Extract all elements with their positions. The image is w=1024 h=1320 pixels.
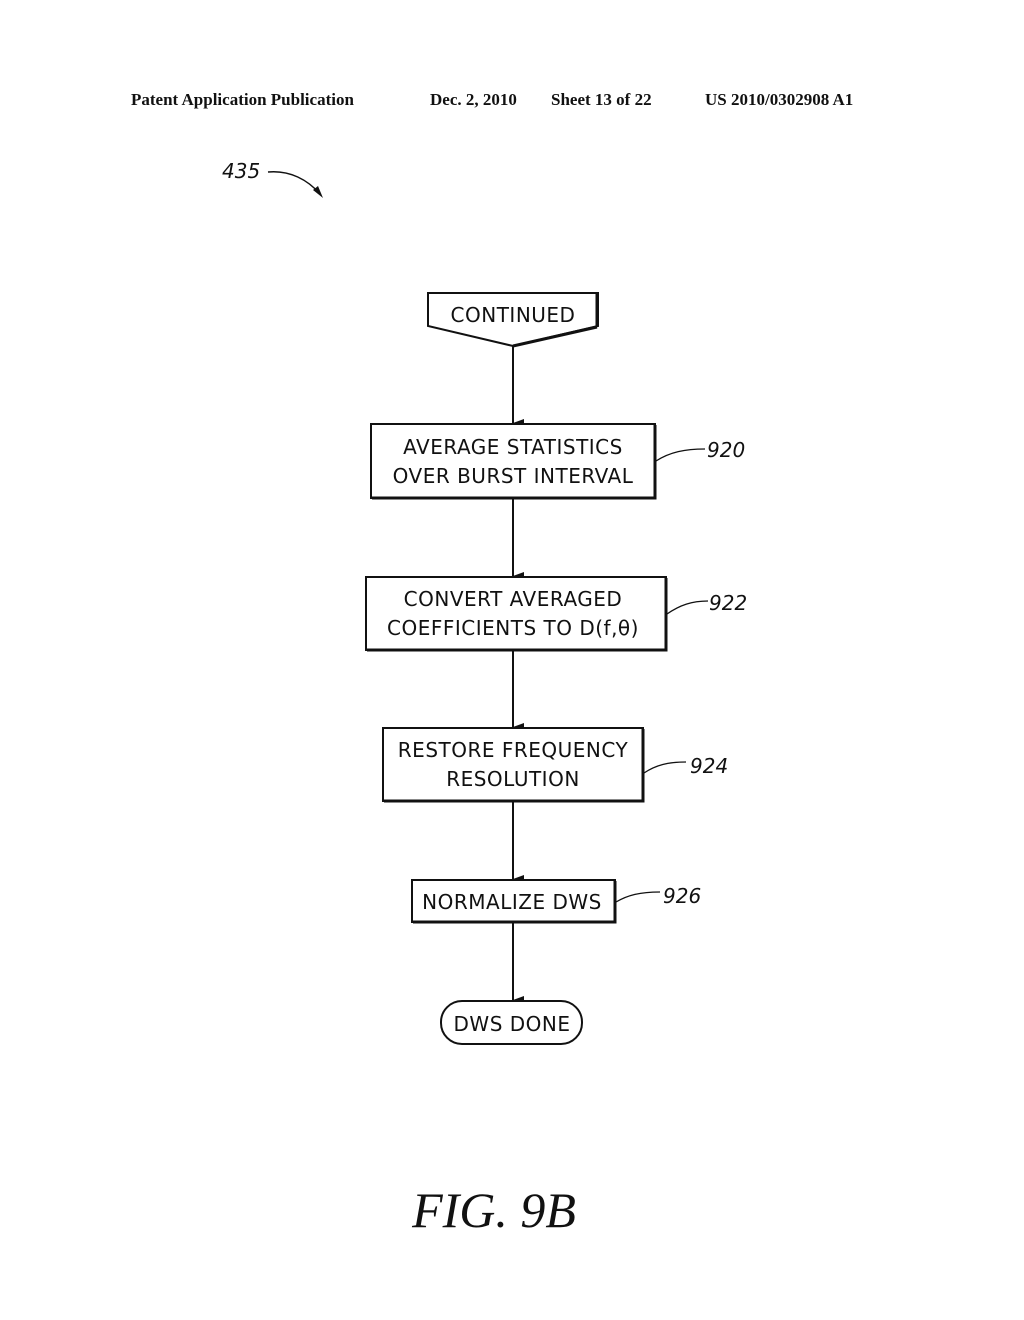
step-920-line-1: AVERAGE STATISTICS: [403, 435, 623, 459]
step-924-box: RESTORE FREQUENCY RESOLUTION: [382, 727, 645, 803]
step-920-box: AVERAGE STATISTICS OVER BURST INTERVAL: [370, 423, 657, 500]
step-924-line-2: RESOLUTION: [446, 767, 580, 791]
step-920-ref: 920: [707, 438, 745, 462]
start-node-label: CONTINUED: [451, 303, 576, 327]
step-926-line-1: NORMALIZE DWS: [422, 890, 602, 914]
step-926-leader: [615, 891, 661, 903]
ref-main-leader: [267, 171, 321, 195]
step-924-ref: 924: [690, 754, 728, 778]
step-922-line-1: CONVERT AVERAGED: [404, 587, 623, 611]
step-926-ref: 926: [663, 884, 701, 908]
step-920-leader: [655, 448, 706, 462]
step-924-line-1: RESTORE FREQUENCY: [398, 738, 629, 762]
step-926-box: NORMALIZE DWS: [411, 879, 617, 924]
end-node-label: DWS DONE: [454, 1012, 571, 1036]
ref-main-label: 435: [222, 159, 260, 183]
flowchart: 435 CONTINUED AVERAGE STATISTICS OVER BU…: [222, 159, 747, 1238]
step-922-leader: [666, 600, 709, 615]
step-924-leader: [643, 761, 687, 774]
step-922-ref: 922: [709, 591, 747, 615]
figure-label: FIG. 9B: [411, 1182, 576, 1238]
step-920-line-2: OVER BURST INTERVAL: [393, 464, 634, 488]
end-node-dws-done: DWS DONE: [440, 1000, 583, 1045]
step-922-box: CONVERT AVERAGED COEFFICIENTS TO D(f,θ): [365, 576, 668, 652]
start-node-continued: CONTINUED: [427, 292, 599, 348]
step-922-line-2: COEFFICIENTS TO D(f,θ): [387, 616, 639, 640]
